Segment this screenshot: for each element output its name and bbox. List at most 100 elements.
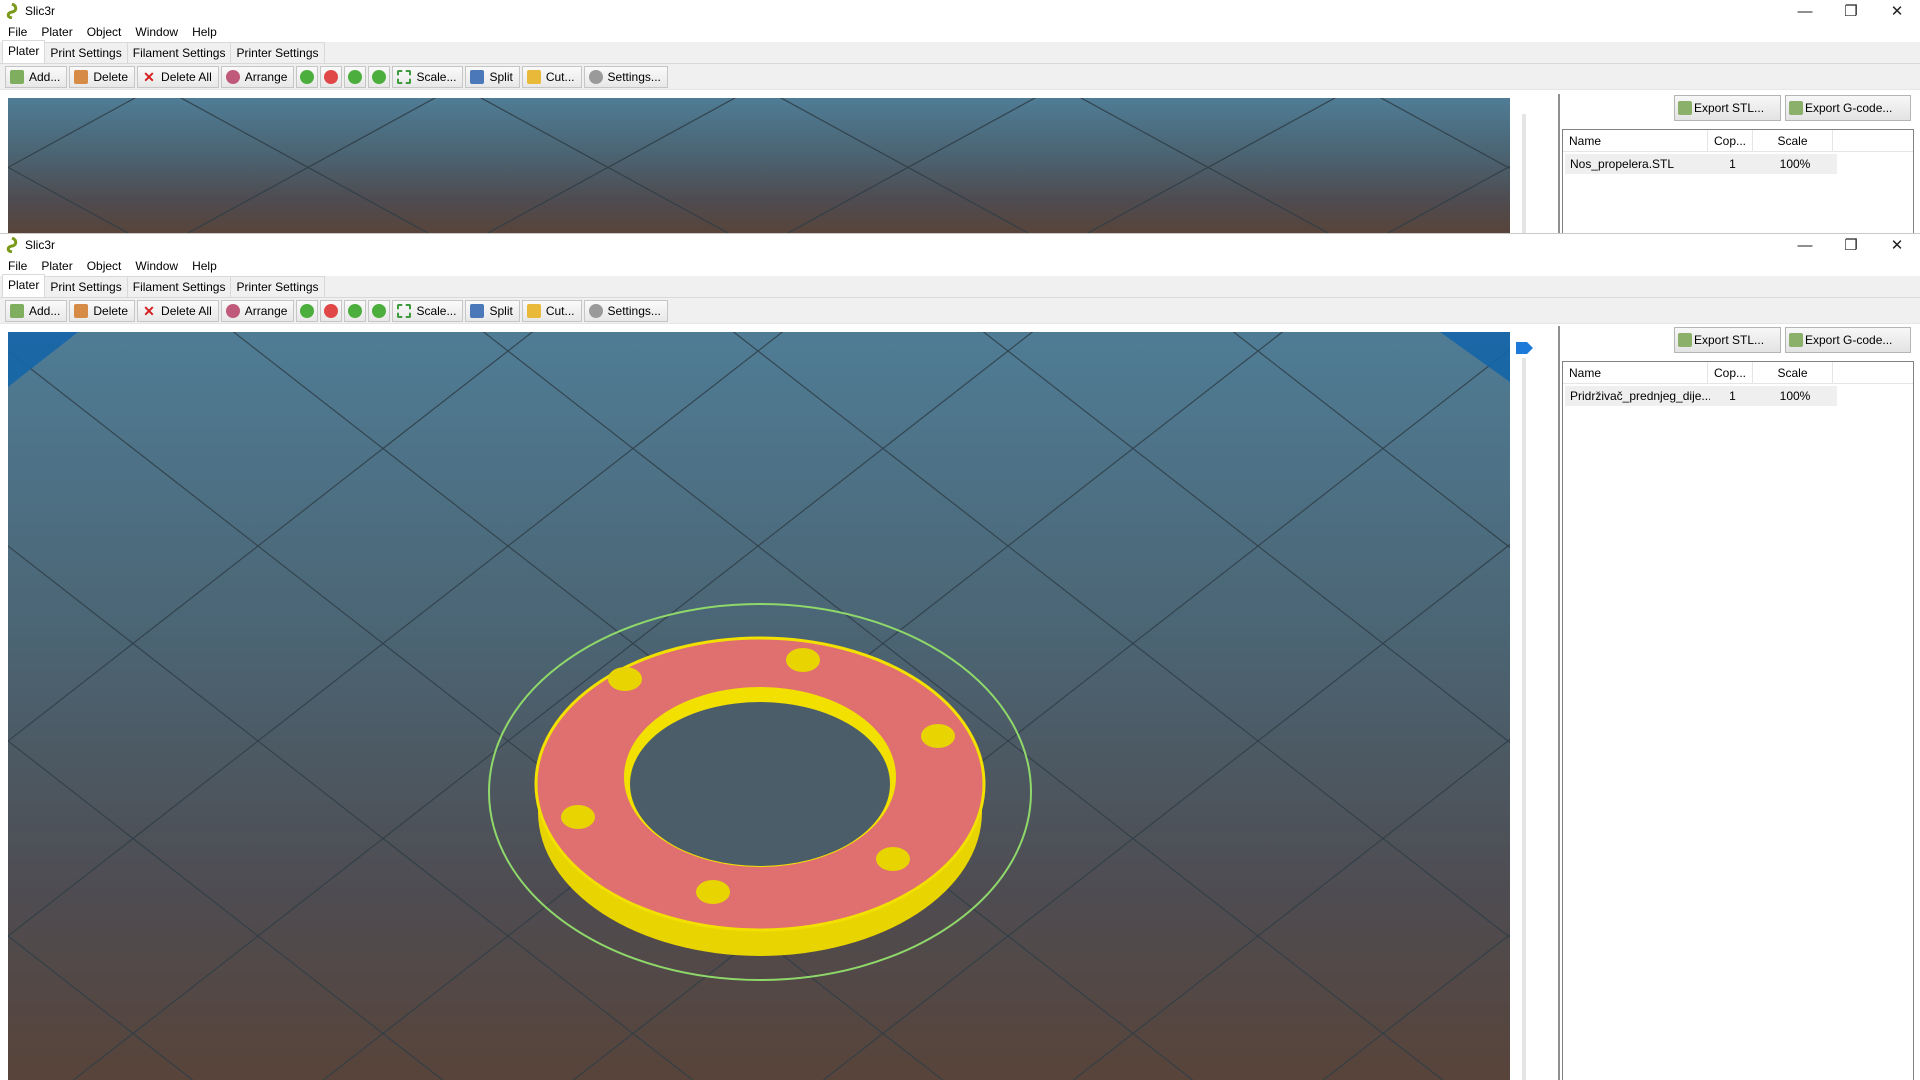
restore-icon[interactable]: ❐ xyxy=(1828,234,1874,256)
title-bar: Slic3r — ❐ ✕ xyxy=(0,234,1920,256)
minimize-icon[interactable]: — xyxy=(1782,0,1828,22)
3d-preview-canvas[interactable] xyxy=(8,332,1510,1080)
3d-preview-canvas[interactable] xyxy=(8,98,1510,233)
split-icon xyxy=(470,69,485,84)
scale-icon xyxy=(397,303,412,318)
object-list[interactable]: Name Cop... Scale Nos_propelera.STL 1 10… xyxy=(1562,129,1914,233)
menu-plater[interactable]: Plater xyxy=(41,259,72,273)
menu-object[interactable]: Object xyxy=(87,259,122,273)
rotate-left-button[interactable] xyxy=(344,65,367,88)
tab-plater[interactable]: Plater xyxy=(2,40,46,63)
column-copies[interactable]: Cop... xyxy=(1708,130,1753,151)
settings-button[interactable]: Settings... xyxy=(583,65,668,88)
delete-all-button[interactable]: ✕ Delete All xyxy=(137,299,219,322)
menu-object[interactable]: Object xyxy=(87,25,122,39)
menu-file[interactable]: File xyxy=(8,25,27,39)
gear-icon xyxy=(588,303,603,318)
plater-toolbar: Add... Delete ✕ Delete All Arrange Scale.… xyxy=(0,298,1920,324)
vertical-scrollbar[interactable] xyxy=(1522,114,1526,233)
column-scale[interactable]: Scale xyxy=(1753,362,1833,383)
export-stl-icon xyxy=(1678,333,1692,347)
delete-button[interactable]: Delete xyxy=(69,65,136,88)
bed-corner-right xyxy=(1440,332,1510,382)
arrange-button[interactable]: Arrange xyxy=(220,65,295,88)
bolt-hole xyxy=(876,847,910,871)
column-name[interactable]: Name xyxy=(1563,130,1708,151)
increase-copies-button[interactable] xyxy=(296,65,319,88)
tab-printer-settings[interactable]: Printer Settings xyxy=(230,42,325,63)
menu-file[interactable]: File xyxy=(8,259,27,273)
menu-window[interactable]: Window xyxy=(135,25,178,39)
print-bed-view xyxy=(8,332,1510,1080)
export-gcode-button[interactable]: Export G-code... xyxy=(1785,327,1911,353)
arrange-button[interactable]: Arrange xyxy=(220,299,295,322)
decrease-copies-button[interactable] xyxy=(320,65,343,88)
close-icon[interactable]: ✕ xyxy=(1874,234,1920,256)
slic3r-logo-icon xyxy=(6,237,18,253)
increase-copies-button[interactable] xyxy=(296,299,319,322)
rotate-right-button[interactable] xyxy=(368,299,391,322)
delete-all-button[interactable]: ✕ Delete All xyxy=(137,65,219,88)
minimize-icon[interactable]: — xyxy=(1782,234,1828,256)
bolt-hole xyxy=(786,648,820,672)
tab-plater[interactable]: Plater xyxy=(2,274,46,297)
plus-icon xyxy=(300,69,315,84)
delete-object-icon xyxy=(74,303,89,318)
menu-plater[interactable]: Plater xyxy=(41,25,72,39)
vertical-scrollbar[interactable] xyxy=(1522,358,1526,1080)
cut-button[interactable]: Cut... xyxy=(521,65,582,88)
add-object-icon xyxy=(10,69,24,84)
tab-print-settings[interactable]: Print Settings xyxy=(44,276,128,297)
tab-filament-settings[interactable]: Filament Settings xyxy=(126,42,232,63)
tab-printer-settings[interactable]: Printer Settings xyxy=(230,276,325,297)
split-icon xyxy=(470,303,485,318)
scale-button[interactable]: Scale... xyxy=(392,65,464,88)
object-row[interactable]: Nos_propelera.STL 1 100% xyxy=(1565,154,1837,174)
delete-object-icon xyxy=(74,69,89,84)
menu-bar: File Plater Object Window Help xyxy=(0,22,1920,42)
rotate-right-icon xyxy=(372,303,387,318)
add-button[interactable]: Add... xyxy=(5,65,68,88)
layer-slider-handle-icon[interactable] xyxy=(1515,341,1535,355)
rotate-right-button[interactable] xyxy=(368,65,391,88)
slic3r-window-back: Slic3r — ❐ ✕ File Plater Object Window H… xyxy=(0,0,1920,233)
tab-filament-settings[interactable]: Filament Settings xyxy=(126,276,232,297)
add-button[interactable]: Add... xyxy=(5,299,68,322)
column-copies[interactable]: Cop... xyxy=(1708,362,1753,383)
rotate-left-icon xyxy=(348,69,363,84)
decrease-copies-button[interactable] xyxy=(320,299,343,322)
export-stl-button[interactable]: Export STL... xyxy=(1674,327,1781,353)
bolt-hole xyxy=(696,880,730,904)
window-title: Slic3r xyxy=(25,238,56,252)
column-scale[interactable]: Scale xyxy=(1753,130,1833,151)
restore-icon[interactable]: ❐ xyxy=(1828,0,1874,22)
title-bar: Slic3r — ❐ ✕ xyxy=(0,0,1920,22)
split-button[interactable]: Split xyxy=(465,299,520,322)
minus-icon xyxy=(324,69,339,84)
export-gcode-button[interactable]: Export G-code... xyxy=(1785,95,1911,121)
object-list[interactable]: Name Cop... Scale Pridrživač_prednjeg_di… xyxy=(1562,361,1914,1080)
delete-button[interactable]: Delete xyxy=(69,299,136,322)
selected-object-ring-part[interactable] xyxy=(488,603,1032,981)
scale-button[interactable]: Scale... xyxy=(392,299,464,322)
close-icon[interactable]: ✕ xyxy=(1874,0,1920,22)
gear-icon xyxy=(588,69,603,84)
settings-button[interactable]: Settings... xyxy=(583,299,668,322)
slic3r-window-front: Slic3r — ❐ ✕ File Plater Object Window H… xyxy=(0,233,1920,1080)
object-row[interactable]: Pridrživač_prednjeg_dije... 1 100% xyxy=(1565,386,1837,406)
menu-window[interactable]: Window xyxy=(135,259,178,273)
object-list-header: Name Cop... Scale xyxy=(1563,362,1913,384)
menu-help[interactable]: Help xyxy=(192,25,217,39)
cut-button[interactable]: Cut... xyxy=(521,299,582,322)
tab-bar: Plater Print Settings Filament Settings … xyxy=(0,40,1920,64)
panel-splitter[interactable] xyxy=(1558,94,1560,233)
column-name[interactable]: Name xyxy=(1563,362,1708,383)
menu-help[interactable]: Help xyxy=(192,259,217,273)
tab-print-settings[interactable]: Print Settings xyxy=(44,42,128,63)
menu-bar: File Plater Object Window Help xyxy=(0,256,1920,276)
panel-splitter[interactable] xyxy=(1558,326,1560,1080)
rotate-left-button[interactable] xyxy=(344,299,367,322)
split-button[interactable]: Split xyxy=(465,65,520,88)
export-stl-button[interactable]: Export STL... xyxy=(1674,95,1781,121)
object-list-header: Name Cop... Scale xyxy=(1563,130,1913,152)
